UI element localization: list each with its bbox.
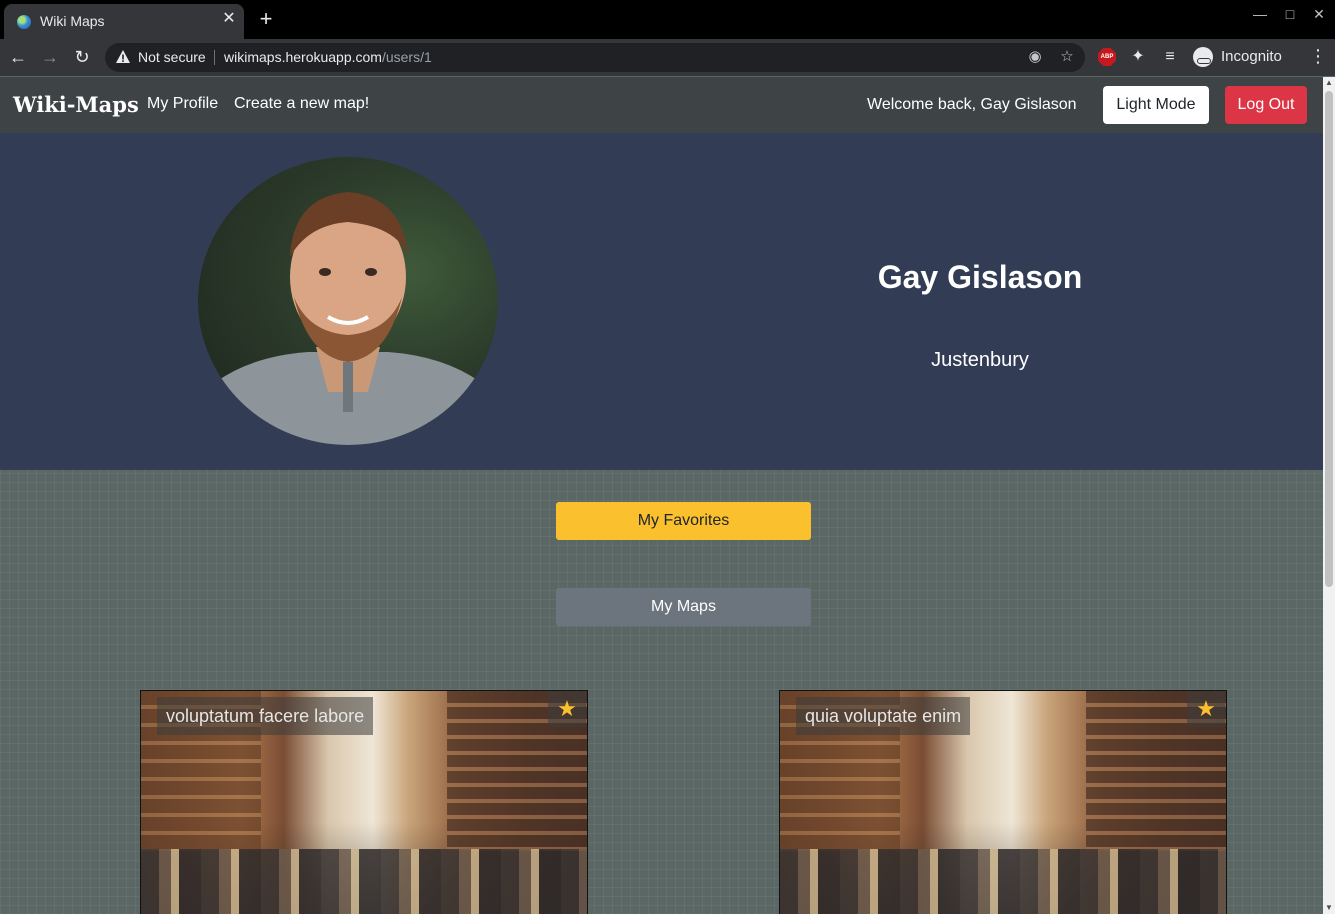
profile-hero: Gay Gislason Justenbury — [0, 133, 1323, 470]
map-thumbnail-street — [141, 849, 587, 914]
url-text[interactable]: wikimaps.herokuapp.com/users/1 — [224, 49, 432, 65]
forward-icon[interactable]: → — [39, 46, 61, 68]
maximize-icon[interactable]: □ — [1280, 6, 1300, 22]
browser-tabbar: Wiki Maps ✕ + — □ ✕ — [0, 0, 1335, 39]
nav-create-map[interactable]: Create a new map! — [234, 95, 369, 113]
favorite-star-icon[interactable]: ★ — [1187, 691, 1225, 727]
site-navbar: Wiki-Maps My Profile Create a new map! W… — [0, 77, 1323, 133]
nav-my-profile[interactable]: My Profile — [147, 95, 218, 113]
browser-tab[interactable]: Wiki Maps ✕ — [4, 4, 244, 39]
address-bar[interactable]: Not secure wikimaps.herokuapp.com/users/… — [105, 43, 1085, 72]
omnibox-divider — [214, 50, 215, 65]
warning-icon — [116, 50, 130, 63]
welcome-message: Welcome back, Gay Gislason — [867, 96, 1077, 113]
map-thumbnail-street — [780, 849, 1226, 914]
browser-menu-icon[interactable]: ⋮ — [1309, 46, 1327, 67]
close-tab-icon[interactable]: ✕ — [220, 10, 238, 28]
scroll-down-icon[interactable]: ▼ — [1323, 902, 1335, 914]
url-host: wikimaps.herokuapp.com — [224, 49, 382, 65]
logout-button[interactable]: Log Out — [1225, 86, 1307, 124]
eye-off-icon[interactable]: ◉ — [1026, 48, 1044, 66]
profile-city: Justenbury — [931, 349, 1029, 371]
scroll-up-icon[interactable]: ▲ — [1323, 77, 1335, 89]
profile-name: Gay Gislason — [877, 259, 1083, 295]
incognito-indicator[interactable]: Incognito — [1190, 43, 1298, 71]
security-label[interactable]: Not secure — [138, 49, 206, 65]
reload-icon[interactable]: ↻ — [71, 46, 93, 68]
map-card[interactable]: quia voluptate enim ★ — [779, 690, 1227, 914]
new-tab-button[interactable]: + — [256, 8, 276, 30]
my-maps-button[interactable]: My Maps — [556, 588, 811, 626]
globe-icon — [17, 15, 31, 29]
map-card-title[interactable]: voluptatum facere labore — [157, 697, 374, 735]
scrollbar-thumb[interactable] — [1325, 91, 1333, 587]
back-icon[interactable]: ← — [7, 46, 29, 68]
light-mode-button[interactable]: Light Mode — [1103, 86, 1209, 124]
brand-logo[interactable]: Wiki-Maps — [13, 92, 139, 117]
media-queue-icon[interactable]: ≡ — [1160, 47, 1180, 67]
incognito-label: Incognito — [1221, 48, 1282, 65]
url-path: /users/1 — [381, 49, 432, 65]
avatar — [198, 157, 498, 445]
page-scrollbar[interactable]: ▲ ▼ — [1323, 77, 1335, 914]
favorite-star-icon[interactable]: ★ — [548, 691, 586, 727]
tab-title: Wiki Maps — [40, 13, 105, 29]
page-viewport: Wiki-Maps My Profile Create a new map! W… — [0, 77, 1323, 914]
minimize-icon[interactable]: — — [1250, 6, 1270, 22]
my-favorites-button[interactable]: My Favorites — [556, 502, 811, 540]
window-close-icon[interactable]: ✕ — [1309, 6, 1329, 23]
map-card[interactable]: voluptatum facere labore ★ — [140, 690, 588, 914]
map-card-title[interactable]: quia voluptate enim — [796, 697, 971, 735]
bookmark-star-icon[interactable]: ☆ — [1058, 48, 1076, 66]
extensions-puzzle-icon[interactable]: ✦ — [1128, 47, 1148, 67]
incognito-icon — [1193, 47, 1213, 67]
